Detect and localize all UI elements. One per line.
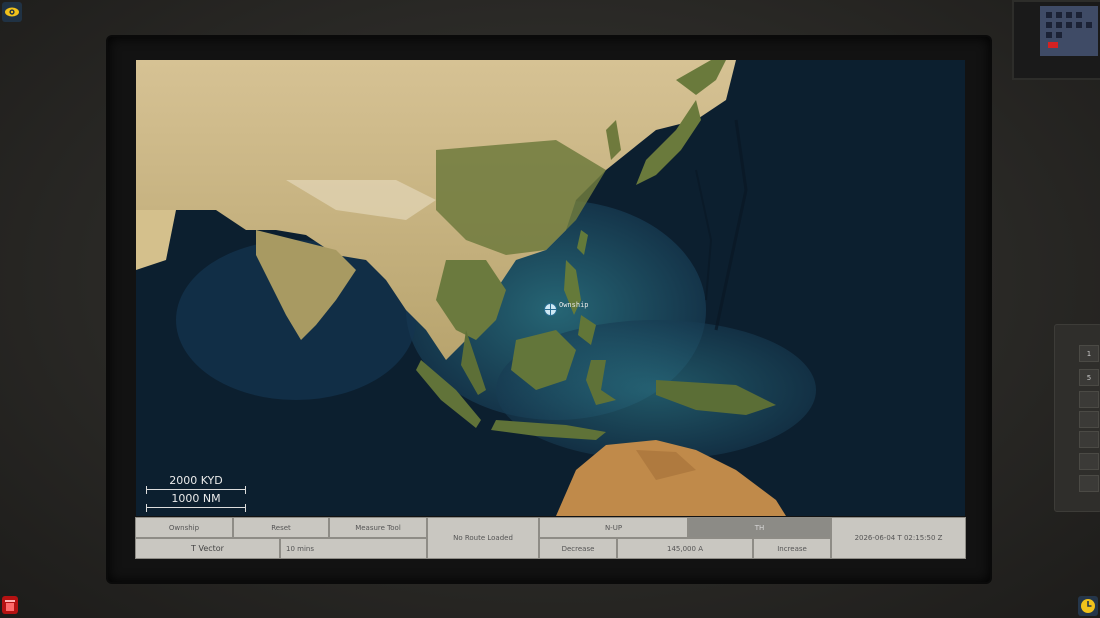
nautical-map[interactable] [136,60,965,516]
side-key-1[interactable]: 1 [1079,345,1099,362]
side-key-4[interactable] [1079,411,1099,428]
datetime-display: 2026-06-04 T 02:15:50 Z [831,517,966,559]
alert-indicator [1048,42,1058,48]
reset-button[interactable]: Reset [233,517,329,538]
side-key-5[interactable] [1079,431,1099,448]
measure-tool-button[interactable]: Measure Tool [329,517,427,538]
status-screen [1040,6,1098,56]
ownship-button[interactable]: Ownship [135,517,233,538]
north-up-toggle[interactable]: N-UP [539,517,688,538]
map-scale-bar: 2000 KYD 1000 NM [146,474,246,512]
eye-button[interactable] [2,2,22,22]
eye-icon [5,7,19,17]
vector-time-field[interactable]: 10 mins [280,538,427,559]
scale-secondary-label: 1000 NM [171,492,221,505]
status-display [1012,0,1100,80]
vector-mode-button[interactable]: T Vector [135,538,280,559]
side-key-3[interactable] [1079,391,1099,408]
side-key-2[interactable]: 5 [1079,369,1099,386]
delete-button[interactable] [2,596,18,614]
range-display: 145,000 A [617,538,753,559]
route-status: No Route Loaded [427,517,539,559]
control-panel: Ownship Reset Measure Tool No Route Load… [135,517,966,559]
time-button[interactable] [1078,596,1098,616]
side-keypad: 1 5 [1054,324,1100,512]
scale-line [146,504,246,512]
side-key-6[interactable] [1079,453,1099,470]
increase-range-button[interactable]: Increase [753,538,831,559]
scale-primary-label: 2000 KYD [169,474,223,487]
side-key-7[interactable] [1079,475,1099,492]
track-heading-toggle[interactable]: TH [688,517,831,538]
decrease-range-button[interactable]: Decrease [539,538,617,559]
clock-icon [1081,599,1095,613]
ownship-marker[interactable] [544,303,557,316]
ownship-label: Ownship [559,301,589,309]
trash-icon [5,600,15,611]
scale-line [146,486,246,494]
